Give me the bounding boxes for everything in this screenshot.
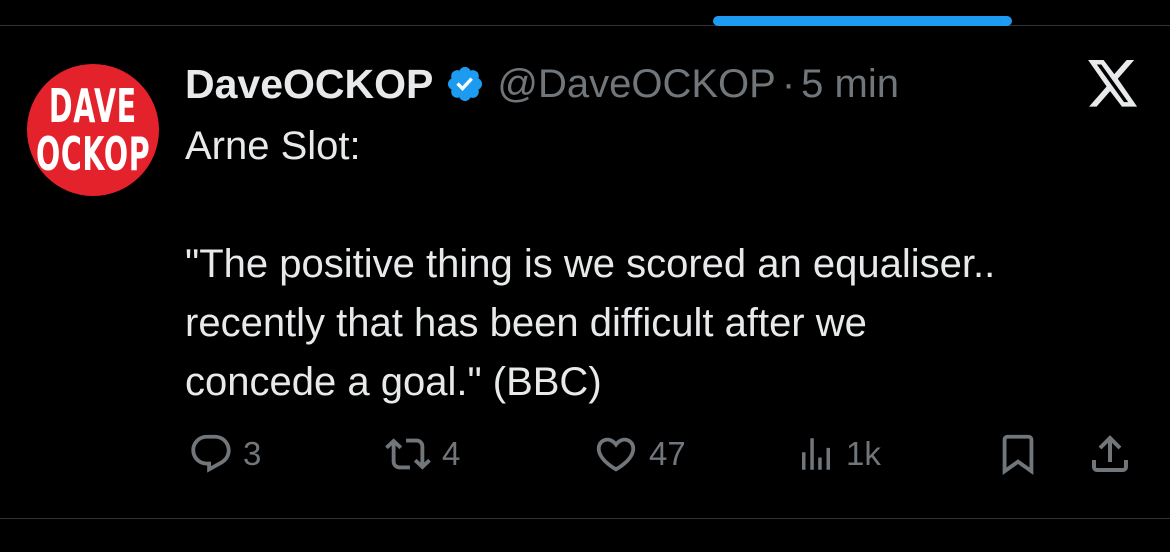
like-button[interactable]: 47 xyxy=(592,425,686,483)
repost-button[interactable]: 4 xyxy=(383,425,460,483)
meta-separator: · xyxy=(781,61,796,106)
tweet-text-line: "The positive thing is we scored an equa… xyxy=(185,242,996,286)
tweet-text-blank-line xyxy=(185,176,1145,235)
author-handle[interactable]: @DaveOCKOP xyxy=(497,62,775,107)
avatar[interactable]: DAVE OCKOP xyxy=(27,64,159,196)
tweet-text-line: Arne Slot: xyxy=(185,124,361,168)
x-logo-icon[interactable] xyxy=(1085,60,1140,110)
views-icon xyxy=(802,438,830,470)
reply-icon xyxy=(191,434,231,473)
share-button[interactable] xyxy=(1086,425,1134,483)
active-tab-indicator xyxy=(713,16,1012,26)
tweet-actions-bar: 3 4 47 1k xyxy=(0,425,1170,483)
reply-count: 3 xyxy=(243,435,262,472)
repost-count: 4 xyxy=(442,435,461,472)
tweet-text-line: concede a goal." (BBC) xyxy=(185,360,602,404)
author-display-name[interactable]: DaveOCKOP xyxy=(185,61,433,108)
avatar-text-dave: DAVE xyxy=(49,79,137,133)
verified-badge-icon xyxy=(448,66,483,102)
tweet-text: Arne Slot: "The positive thing is we sco… xyxy=(185,117,1145,412)
repost-icon xyxy=(385,438,431,470)
like-count: 47 xyxy=(649,435,686,472)
bottom-divider xyxy=(0,518,1170,519)
bookmark-button[interactable] xyxy=(995,425,1041,483)
tweet-screen: DAVE OCKOP DaveOCKOP @DaveOCKOP · 5 min … xyxy=(0,0,1170,552)
post-time[interactable]: 5 min xyxy=(801,62,899,107)
bookmark-icon xyxy=(1002,434,1034,475)
avatar-text-ockop: OCKOP xyxy=(35,127,151,181)
views-button[interactable]: 1k xyxy=(795,425,881,483)
reply-button[interactable]: 3 xyxy=(188,425,261,483)
views-count: 1k xyxy=(846,435,881,472)
share-icon xyxy=(1092,435,1128,472)
heart-icon xyxy=(596,437,636,472)
tweet-text-line: recently that has been difficult after w… xyxy=(185,301,867,345)
tweet-header: DaveOCKOP @DaveOCKOP · 5 min xyxy=(185,58,899,110)
